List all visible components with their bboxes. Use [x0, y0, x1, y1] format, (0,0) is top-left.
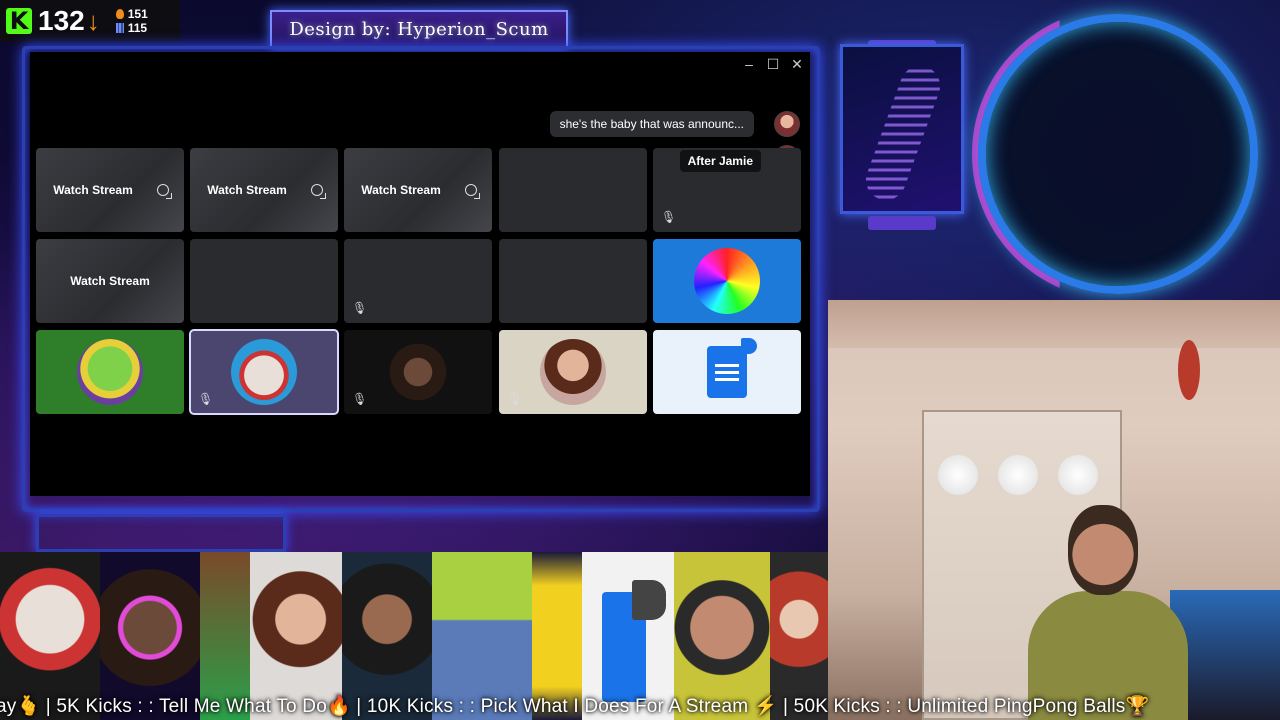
maximize-icon[interactable]: ☐	[766, 56, 780, 73]
stream-tile[interactable]: Watch Stream	[36, 148, 184, 232]
muted-mic-icon: 🎙	[507, 392, 523, 406]
app-window[interactable]: – ☐ ✕ she's the baby that was announc...…	[30, 52, 810, 496]
viewer-count: 132	[38, 5, 85, 36]
live-stream-tile[interactable]	[499, 239, 647, 323]
participant-tile[interactable]	[653, 239, 801, 323]
kick-logo-icon: K	[6, 8, 32, 34]
viewer-badge: K 132 ↓ 151 115	[0, 0, 180, 42]
banner-title: Design by: Hyperion_Scum	[289, 18, 549, 40]
minimize-icon[interactable]: –	[742, 56, 756, 73]
participant-tile[interactable]: 🎙	[499, 330, 647, 414]
avatar	[77, 339, 143, 405]
close-icon[interactable]: ✕	[790, 56, 804, 73]
stats-block: 151 115	[115, 7, 148, 35]
muted-mic-icon: 🎙	[352, 301, 368, 315]
live-stream-tile[interactable]	[190, 239, 338, 323]
participant-tile[interactable]: 🎙	[189, 329, 339, 415]
participant-tile[interactable]	[36, 330, 184, 414]
avatar	[385, 339, 451, 405]
panel-tab	[868, 216, 936, 230]
stat-subs: 115	[127, 21, 148, 35]
watch-stream-button[interactable]: Watch Stream	[205, 179, 289, 201]
live-stream-tile[interactable]: After Jamie 🎙	[653, 148, 801, 232]
participant-tile[interactable]: 🎙	[344, 330, 492, 414]
cam-ceiling	[828, 300, 1280, 348]
document-speaker-icon	[707, 338, 757, 398]
chat-message: she's the baby that was announc...	[559, 117, 744, 131]
stat-followers: 151	[127, 7, 148, 21]
popout-icon[interactable]	[310, 184, 326, 199]
webcam-feed	[828, 300, 1280, 720]
cam-puffs	[928, 455, 1108, 495]
streamer	[1028, 505, 1188, 720]
window-controls: – ☐ ✕	[742, 56, 804, 73]
live-stream-tile[interactable]	[499, 148, 647, 232]
stream-tile[interactable]: Watch Stream	[344, 148, 492, 232]
watch-stream-button[interactable]: Watch Stream	[51, 179, 135, 201]
popout-icon[interactable]	[464, 184, 480, 199]
ticker-text: ay🫰 | 5K Kicks : : Tell Me What To Do🔥 |…	[0, 696, 1150, 717]
stream-tile[interactable]: Watch Stream	[190, 148, 338, 232]
muted-mic-icon: 🎙	[661, 210, 677, 224]
live-stream-tile[interactable]: 🎙	[344, 239, 492, 323]
fire-icon	[115, 9, 124, 19]
chat-bubble: she's the baby that was announc...	[549, 111, 754, 137]
cam-decor	[1178, 340, 1200, 400]
circular-frame	[972, 8, 1258, 300]
participant-tile[interactable]	[653, 330, 801, 414]
design-banner: Design by: Hyperion_Scum	[270, 10, 568, 48]
down-arrow-icon: ↓	[86, 5, 100, 36]
goals-ticker: ay🫰 | 5K Kicks : : Tell Me What To Do🔥 |…	[0, 692, 1280, 720]
avatar	[694, 248, 760, 314]
popout-icon[interactable]	[156, 184, 172, 199]
dna-panel	[840, 44, 964, 214]
avatar	[231, 339, 297, 405]
chat-avatar[interactable]	[774, 111, 800, 137]
watch-stream-button[interactable]: Watch Stream	[68, 270, 152, 292]
avatar	[540, 339, 606, 405]
chart-icon	[115, 23, 124, 33]
bottom-frame-border	[36, 514, 286, 552]
stream-tile[interactable]: Watch Stream	[36, 239, 184, 323]
muted-mic-icon: 🎙	[352, 392, 368, 406]
dna-icon	[860, 60, 946, 206]
muted-mic-icon: 🎙	[198, 392, 214, 406]
tooltip: After Jamie	[679, 150, 761, 172]
watch-stream-button[interactable]: Watch Stream	[359, 179, 443, 201]
